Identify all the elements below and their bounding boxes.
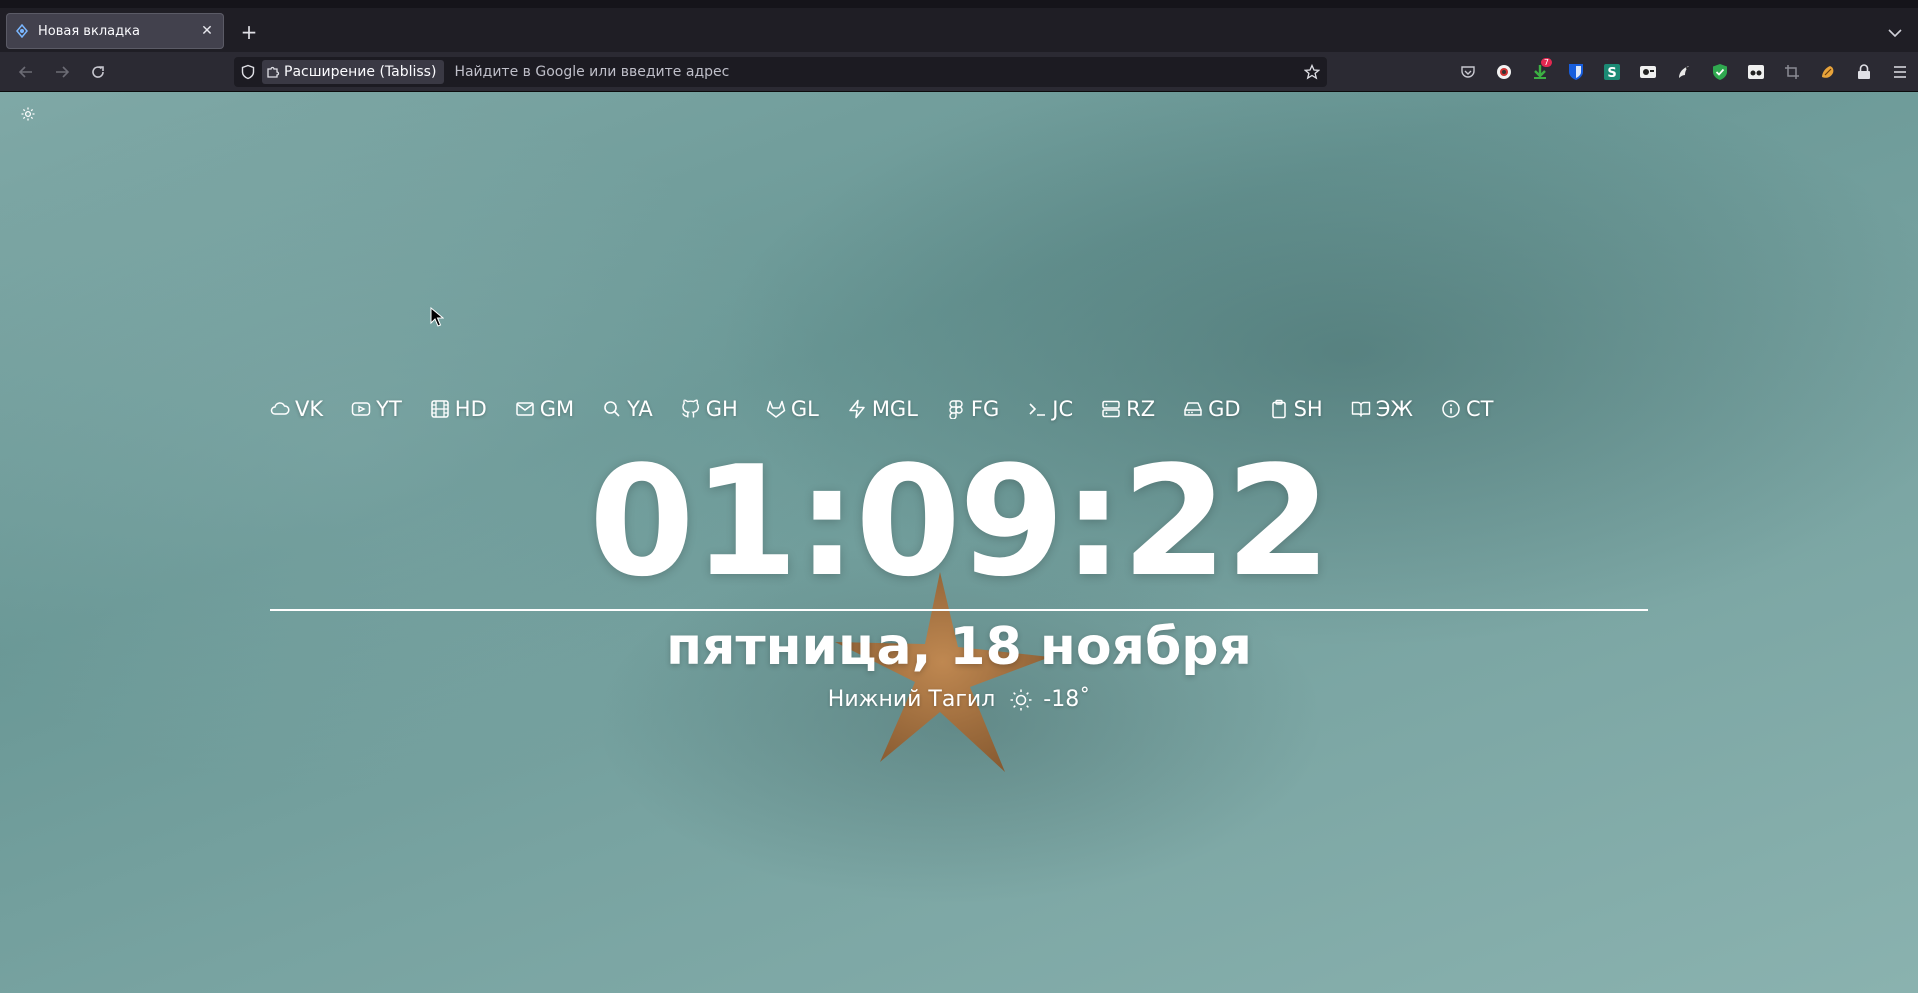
tab-bar: Новая вкладка ✕ + xyxy=(0,0,1918,52)
link-mgl[interactable]: MGL xyxy=(847,397,918,421)
tab-close-button[interactable]: ✕ xyxy=(198,22,216,40)
download-badge: 7 xyxy=(1540,58,1552,67)
link-rz[interactable]: RZ xyxy=(1101,397,1155,421)
link-jc[interactable]: JC xyxy=(1027,397,1073,421)
clipboard-icon xyxy=(1269,399,1289,419)
link-label: FG xyxy=(970,397,1000,421)
link-vk[interactable]: VK xyxy=(270,397,323,421)
back-arrow-icon[interactable] xyxy=(16,62,36,82)
film-icon xyxy=(430,399,450,419)
link-label: GM xyxy=(539,397,575,421)
tabliss-favicon-icon xyxy=(14,23,30,39)
cloud-icon xyxy=(270,399,290,419)
link-hd[interactable]: HD xyxy=(430,397,487,421)
puzzle-piece-icon xyxy=(266,65,280,79)
date-label: пятница, 18 ноября xyxy=(666,617,1252,677)
clock-time: 01:09:22 xyxy=(588,433,1331,610)
hand-extension-icon[interactable] xyxy=(1810,52,1846,92)
chevron-down-icon[interactable] xyxy=(1886,24,1904,42)
sun-icon xyxy=(1009,688,1033,712)
zap-icon xyxy=(847,399,867,419)
link-label: GD xyxy=(1208,397,1241,421)
s-extension-icon[interactable]: S xyxy=(1594,52,1630,92)
extensions-toolbar: 7 S xyxy=(1450,52,1918,92)
reload-icon[interactable] xyxy=(88,62,108,82)
info-icon xyxy=(1441,399,1461,419)
terminal-icon xyxy=(1027,399,1047,419)
menu-icon[interactable] xyxy=(1882,52,1918,92)
new-tab-page: VK YT HD GM YA GH GL MGL FG JC RZ GD SH … xyxy=(0,92,1918,993)
link-label: ЭЖ xyxy=(1375,397,1413,421)
shield-check-icon[interactable] xyxy=(1702,52,1738,92)
search-icon xyxy=(602,399,622,419)
svg-text:S: S xyxy=(1607,66,1616,81)
mail-icon xyxy=(515,399,535,419)
weather-temperature: -18˚ xyxy=(1043,687,1091,712)
tracking-shield-icon[interactable] xyxy=(234,57,262,87)
link-ct[interactable]: CT xyxy=(1441,397,1494,421)
quick-links: VK YT HD GM YA GH GL MGL FG JC RZ GD SH … xyxy=(270,397,1650,421)
crop-extension-icon[interactable] xyxy=(1774,52,1810,92)
mouse-cursor-icon xyxy=(430,307,444,327)
book-open-icon xyxy=(1351,399,1371,419)
globe-extension-icon[interactable] xyxy=(1486,52,1522,92)
link-label: YA xyxy=(627,397,653,421)
hard-drive-icon xyxy=(1183,399,1203,419)
link-label: GL xyxy=(790,397,819,421)
pocket-icon[interactable] xyxy=(1450,52,1486,92)
url-bar[interactable]: Расширение (Tabliss) xyxy=(234,57,1327,87)
link-label: YT xyxy=(376,397,402,421)
camera-extension-icon[interactable] xyxy=(1630,52,1666,92)
extension-identity-box[interactable]: Расширение (Tabliss) xyxy=(262,60,445,84)
link-label: MGL xyxy=(871,397,918,421)
link-label: RZ xyxy=(1126,397,1156,421)
navigation-toolbar: Расширение (Tabliss) 7 S xyxy=(0,52,1918,92)
link-sh[interactable]: SH xyxy=(1269,397,1323,421)
server-icon xyxy=(1101,399,1121,419)
bitwarden-icon[interactable] xyxy=(1558,52,1594,92)
link-label: GH xyxy=(705,397,738,421)
link-gl[interactable]: GL xyxy=(766,397,819,421)
bird-extension-icon[interactable] xyxy=(1666,52,1702,92)
link-label: CT xyxy=(1465,397,1494,421)
weather-widget[interactable]: Нижний Тагил -18˚ xyxy=(0,687,1918,712)
link-ezh[interactable]: ЭЖ xyxy=(1351,397,1413,421)
tab-new-tab[interactable]: Новая вкладка ✕ xyxy=(6,13,224,49)
tab-title: Новая вкладка xyxy=(38,23,140,39)
divider xyxy=(270,609,1648,611)
link-label: SH xyxy=(1293,397,1323,421)
github-icon xyxy=(681,399,701,419)
reader-extension-icon[interactable] xyxy=(1738,52,1774,92)
gitlab-icon xyxy=(766,399,786,419)
identity-label: Расширение (Tabliss) xyxy=(284,64,437,80)
link-gd[interactable]: GD xyxy=(1183,397,1241,421)
lock-extension-icon[interactable] xyxy=(1846,52,1882,92)
figma-icon xyxy=(946,399,966,419)
address-input[interactable] xyxy=(452,63,1297,81)
forward-arrow-icon[interactable] xyxy=(52,62,72,82)
download-extension-icon[interactable]: 7 xyxy=(1522,52,1558,92)
link-gh[interactable]: GH xyxy=(681,397,738,421)
gear-icon[interactable] xyxy=(20,106,38,124)
link-fg[interactable]: FG xyxy=(946,397,999,421)
link-ya[interactable]: YA xyxy=(602,397,653,421)
bookmark-star-icon[interactable] xyxy=(1297,64,1327,80)
link-label: JC xyxy=(1052,397,1074,421)
link-label: VK xyxy=(295,397,324,421)
youtube-icon xyxy=(351,399,371,419)
link-gm[interactable]: GM xyxy=(515,397,574,421)
new-tab-button[interactable]: + xyxy=(238,22,260,44)
link-label: HD xyxy=(454,397,487,421)
link-yt[interactable]: YT xyxy=(351,397,402,421)
weather-city: Нижний Тагил xyxy=(827,687,996,712)
